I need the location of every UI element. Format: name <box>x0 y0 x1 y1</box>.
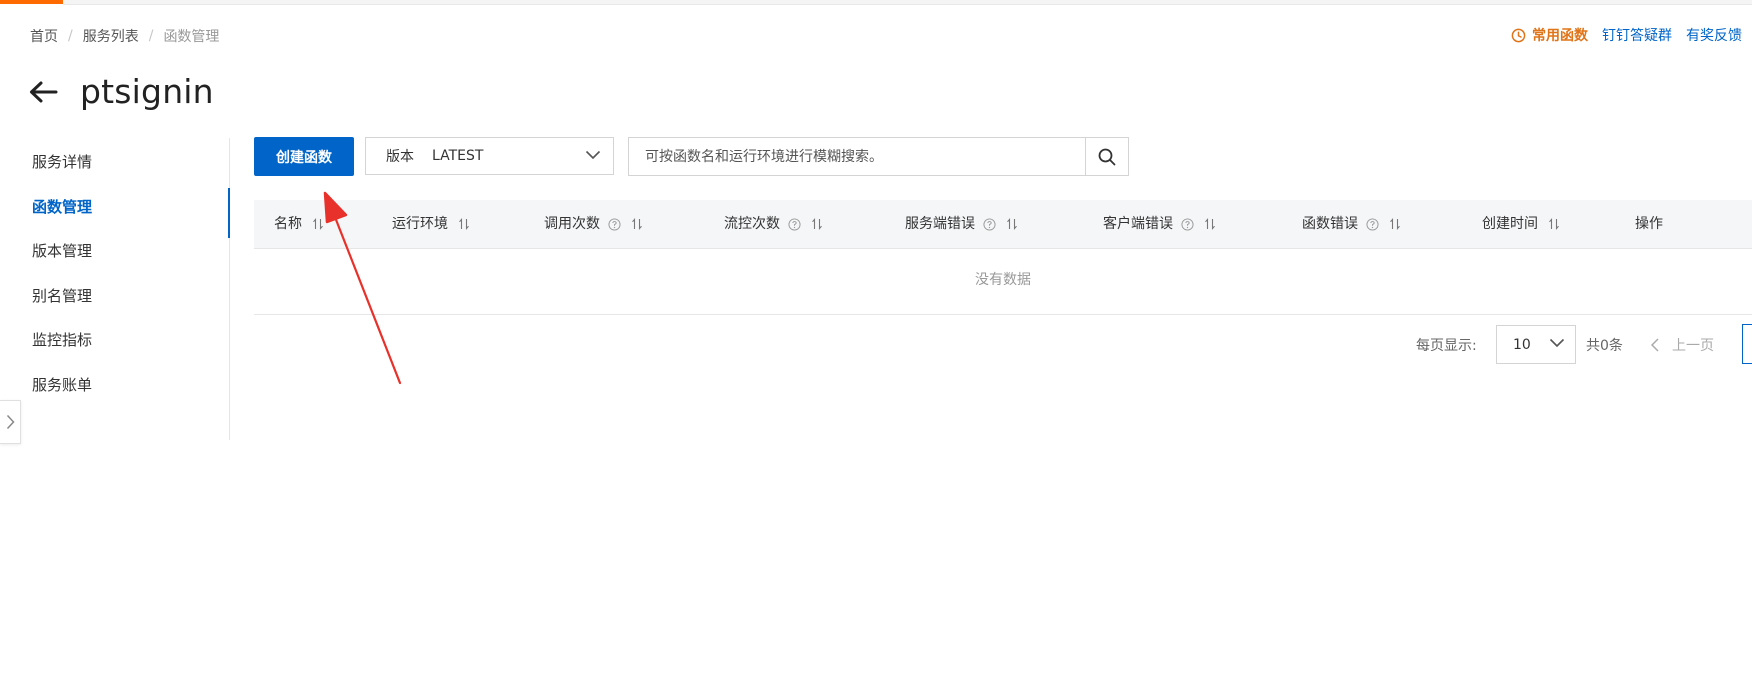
sidebar-item-function-management[interactable]: 函数管理 <box>32 195 92 219</box>
per-page-value: 10 <box>1513 336 1531 353</box>
column-throttles[interactable]: 流控次数 <box>724 200 823 248</box>
column-actions: 操作 <box>1635 200 1663 248</box>
total-count: 共0条 <box>1586 337 1623 354</box>
favorite-functions-label: 常用函数 <box>1532 28 1588 44</box>
column-name[interactable]: 名称 <box>274 200 324 248</box>
breadcrumb: 首页 / 服务列表 / 函数管理 <box>30 26 219 46</box>
chevron-left-icon <box>1650 337 1659 352</box>
version-select-value: LATEST <box>432 148 484 164</box>
column-client-errors-label: 客户端错误 <box>1103 216 1173 232</box>
sort-icon[interactable] <box>1389 218 1401 230</box>
help-icon[interactable] <box>1181 217 1194 231</box>
help-icon[interactable] <box>983 217 996 231</box>
breadcrumb-services[interactable]: 服务列表 <box>83 26 139 46</box>
breadcrumb-home[interactable]: 首页 <box>30 26 58 46</box>
pagination-next-box[interactable] <box>1742 324 1752 364</box>
per-page-select[interactable]: 10 <box>1496 325 1576 364</box>
feedback-link[interactable]: 有奖反馈 <box>1686 25 1742 45</box>
column-created-time[interactable]: 创建时间 <box>1482 200 1560 248</box>
search-input[interactable] <box>629 138 1085 175</box>
top-divider <box>63 4 1752 5</box>
sort-icon[interactable] <box>1548 218 1560 230</box>
column-function-errors-label: 函数错误 <box>1302 216 1358 232</box>
brand-accent <box>0 0 63 4</box>
sort-icon[interactable] <box>811 218 823 230</box>
favorite-functions-link[interactable]: 常用函数 <box>1511 25 1588 45</box>
table-empty-state: 没有数据 <box>254 249 1752 315</box>
chevron-right-icon <box>6 414 15 430</box>
breadcrumb-separator: / <box>68 28 73 44</box>
column-runtime[interactable]: 运行环境 <box>392 200 470 248</box>
pagination-label: 每页显示: <box>1416 325 1477 364</box>
arrow-left-icon <box>30 81 58 102</box>
column-invocations[interactable]: 调用次数 <box>544 200 643 248</box>
version-select-label: 版本 <box>386 149 414 165</box>
page-title: ptsignin <box>80 72 214 111</box>
chevron-down-icon <box>585 150 601 160</box>
column-throttles-label: 流控次数 <box>724 216 780 232</box>
annotation-arrow <box>323 191 402 385</box>
sidebar: 服务详情 函数管理 版本管理 别名管理 监控指标 服务账单 <box>0 138 230 440</box>
column-actions-label: 操作 <box>1635 216 1663 232</box>
column-client-errors[interactable]: 客户端错误 <box>1103 200 1216 248</box>
column-server-errors[interactable]: 服务端错误 <box>905 200 1018 248</box>
sidebar-item-version-management[interactable]: 版本管理 <box>32 239 92 263</box>
top-links: 常用函数 钉钉答疑群 有奖反馈 <box>1511 25 1742 45</box>
clock-icon <box>1511 28 1526 42</box>
per-page-label: 每页显示: <box>1416 337 1477 354</box>
sort-icon[interactable] <box>458 218 470 230</box>
help-icon[interactable] <box>1366 217 1379 231</box>
sort-icon[interactable] <box>312 218 324 230</box>
sort-icon[interactable] <box>1204 218 1216 230</box>
sort-icon[interactable] <box>1006 218 1018 230</box>
column-created-time-label: 创建时间 <box>1482 216 1538 232</box>
column-function-errors[interactable]: 函数错误 <box>1302 200 1401 248</box>
search-icon <box>1098 148 1116 165</box>
breadcrumb-separator: / <box>148 28 154 44</box>
column-invocations-label: 调用次数 <box>544 216 600 232</box>
help-icon[interactable] <box>788 217 801 231</box>
sidebar-item-alias-management[interactable]: 别名管理 <box>32 284 92 308</box>
create-function-button[interactable]: 创建函数 <box>254 137 354 176</box>
search-button[interactable] <box>1085 138 1128 175</box>
back-button[interactable] <box>28 79 62 105</box>
pagination-total: 共0条 <box>1586 325 1623 364</box>
sidebar-item-monitoring-metrics[interactable]: 监控指标 <box>32 328 92 352</box>
chevron-down-icon <box>1549 338 1565 348</box>
dingtalk-group-link[interactable]: 钉钉答疑群 <box>1602 25 1672 45</box>
column-runtime-label: 运行环境 <box>392 216 448 232</box>
sidebar-collapse-toggle[interactable] <box>0 400 21 444</box>
version-select[interactable]: 版本 LATEST <box>365 137 614 175</box>
prev-page-label: 上一页 <box>1672 337 1714 354</box>
sort-icon[interactable] <box>631 218 643 230</box>
column-server-errors-label: 服务端错误 <box>905 216 975 232</box>
function-search <box>628 137 1129 176</box>
sidebar-item-service-billing[interactable]: 服务账单 <box>32 373 92 397</box>
help-icon[interactable] <box>608 217 621 231</box>
prev-page-button[interactable]: 上一页 <box>1650 325 1714 364</box>
sidebar-item-service-details[interactable]: 服务详情 <box>32 150 92 174</box>
title-row: ptsignin <box>28 72 214 111</box>
table-header: 名称 运行环境 调用次数 流控次数 服务端错误 客户端错误 函数错误 创建时间 … <box>254 200 1752 249</box>
column-name-label: 名称 <box>274 216 302 232</box>
sidebar-active-indicator <box>228 188 230 238</box>
breadcrumb-current: 函数管理 <box>163 29 220 45</box>
